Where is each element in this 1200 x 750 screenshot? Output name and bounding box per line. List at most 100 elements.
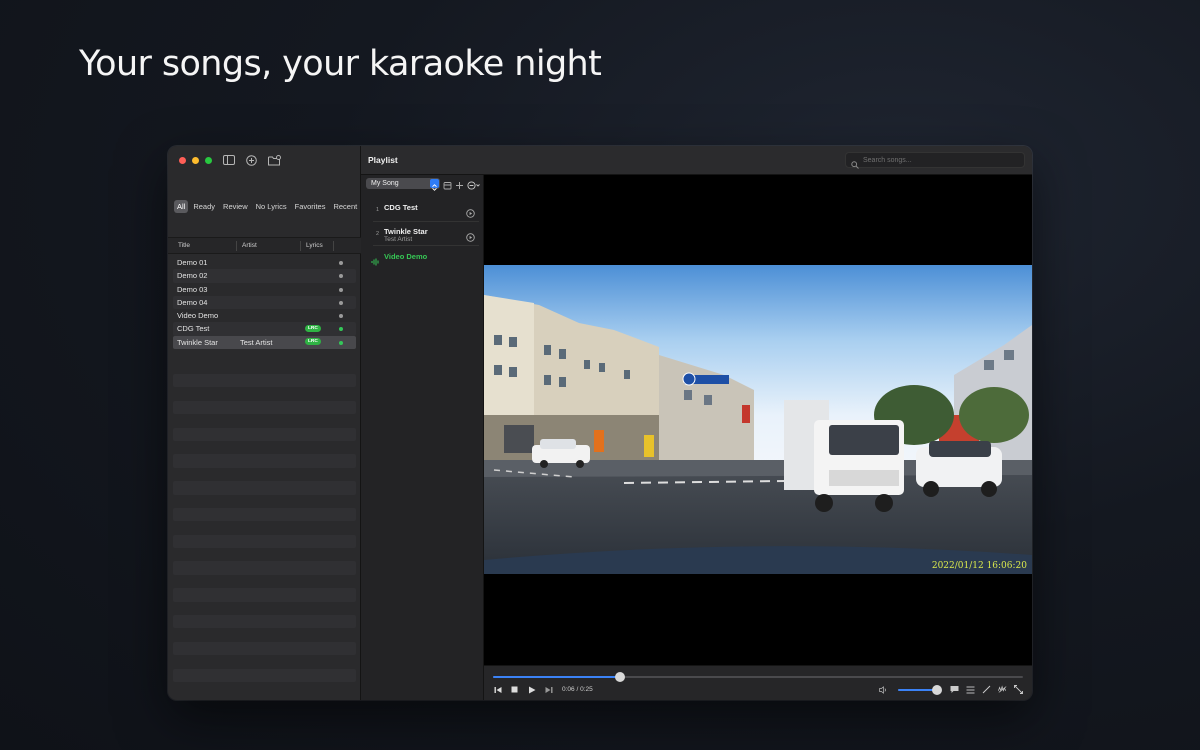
status-dot — [339, 287, 343, 292]
playlist-item-number: 2 — [376, 231, 380, 237]
empty-row — [173, 374, 356, 388]
column-title[interactable]: Title — [178, 242, 190, 249]
empty-row — [173, 427, 356, 441]
table-row-selected[interactable]: Twinkle Star Test Artist LRC — [173, 335, 356, 350]
empty-row — [173, 668, 356, 682]
add-icon[interactable] — [455, 177, 464, 195]
song-title: Video Demo — [177, 311, 219, 321]
column-divider — [300, 241, 301, 251]
playlist-select[interactable]: My Song — [366, 178, 440, 191]
chevron-updown-icon — [430, 179, 439, 191]
empty-row — [173, 507, 356, 522]
status-dot — [339, 261, 343, 265]
playlist-panel: My Song 1 CDG Test 2 Twinkle Star Test A… — [361, 175, 484, 700]
column-divider — [333, 241, 334, 251]
transport-controls: 0:06 / 0:25 — [493, 685, 593, 694]
empty-row — [173, 588, 356, 602]
progress-knob[interactable] — [615, 672, 626, 682]
page-title: Playlist — [368, 155, 398, 165]
lyrics-badge: LRC — [305, 324, 321, 332]
empty-table-rows — [173, 374, 356, 695]
playlist-actions — [443, 177, 480, 195]
filter-recent[interactable]: Recent — [330, 200, 360, 213]
time-display: 0:06 / 0:25 — [562, 686, 593, 693]
empty-row — [173, 481, 356, 495]
status-dot — [339, 314, 343, 319]
playlist-select-value: My Song — [371, 180, 399, 187]
search-input[interactable]: Search songs... — [845, 152, 1025, 169]
playlist-item-name: Video Demo — [384, 252, 428, 261]
song-title: Demo 01 — [177, 258, 208, 267]
library-sidebar: All Ready Review No Lyrics Favorites Rec… — [168, 146, 361, 700]
video-player[interactable]: 2022/01/12 16:06:20 — [484, 175, 1032, 665]
playlist-item-name: CDG Test — [384, 203, 418, 212]
table-row[interactable]: Demo 03 — [173, 283, 356, 296]
search-icon — [851, 156, 859, 174]
vocal-remove-icon[interactable] — [998, 685, 1007, 694]
add-circle-icon[interactable] — [245, 154, 258, 166]
page-headline: Your songs, your karaoke night — [79, 44, 602, 84]
column-divider — [236, 241, 237, 251]
window-controls — [179, 157, 212, 164]
video-timestamp-overlay: 2022/01/12 16:06:20 — [931, 561, 1027, 571]
sidebar-toolbar — [222, 154, 281, 166]
filter-favorites[interactable]: Favorites — [292, 200, 329, 213]
filter-all[interactable]: All — [174, 200, 189, 213]
filter-review[interactable]: Review — [220, 200, 251, 213]
main-toolbar: Playlist Search songs... — [361, 146, 1032, 175]
list-icon[interactable] — [966, 685, 975, 694]
sidebar-toggle-icon[interactable] — [222, 154, 235, 166]
song-title: CDG Test — [177, 324, 210, 334]
zoom-window-button[interactable] — [205, 157, 212, 164]
song-artist: Test Artist — [240, 337, 273, 347]
song-title: Demo 02 — [177, 271, 208, 281]
folder-add-icon[interactable] — [268, 154, 281, 166]
status-dot — [339, 274, 343, 279]
status-dot — [339, 340, 343, 345]
empty-row — [173, 561, 356, 575]
skip-back-icon[interactable] — [493, 685, 502, 694]
progress-slider[interactable] — [493, 672, 1023, 682]
fullscreen-icon[interactable] — [1014, 685, 1023, 694]
filter-bar: All Ready Review No Lyrics Favorites Rec… — [174, 200, 360, 213]
play-icon[interactable] — [527, 685, 536, 694]
volume-knob[interactable] — [931, 684, 942, 695]
status-dot — [339, 327, 343, 332]
video-frame[interactable]: 2022/01/12 16:06:20 — [484, 265, 1032, 574]
lyrics-badge: LRC — [305, 338, 321, 346]
lyrics-bubble-icon[interactable] — [950, 685, 959, 694]
close-window-button[interactable] — [179, 157, 186, 164]
empty-row — [173, 400, 356, 415]
volume-fill — [898, 688, 937, 691]
table-row[interactable]: Demo 04 — [173, 295, 356, 310]
player-options — [879, 684, 1023, 695]
volume-icon[interactable] — [879, 685, 888, 694]
column-artist[interactable]: Artist — [242, 242, 257, 249]
table-row[interactable]: Demo 02 — [173, 269, 356, 283]
playlist-item-artist: Test Artist — [384, 236, 413, 243]
skip-forward-icon[interactable] — [544, 685, 553, 694]
remove-menu-icon[interactable] — [467, 177, 480, 195]
song-title: Demo 04 — [177, 297, 208, 307]
song-title: Demo 03 — [177, 284, 208, 294]
player-controls: 0:06 / 0:25 — [484, 665, 1032, 700]
status-dot — [339, 300, 343, 305]
filter-ready[interactable]: Ready — [190, 200, 218, 213]
minimize-window-button[interactable] — [192, 157, 199, 164]
edit-pen-icon[interactable] — [982, 685, 991, 694]
table-row[interactable]: Video Demo — [173, 309, 356, 322]
app-window: All Ready Review No Lyrics Favorites Rec… — [168, 146, 1032, 700]
song-title: Twinkle Star — [177, 337, 218, 347]
column-lyrics[interactable]: Lyrics — [306, 242, 323, 249]
song-table-header: Title Artist Lyrics — [168, 237, 361, 254]
stop-icon[interactable] — [510, 685, 519, 694]
now-playing-waveform-icon — [371, 253, 380, 271]
volume-slider[interactable] — [898, 684, 942, 695]
table-row[interactable]: CDG Test LRC — [173, 322, 356, 336]
playlist-export-icon[interactable] — [443, 177, 452, 195]
playlist-item-name: Twinkle Star — [384, 227, 428, 236]
empty-row — [173, 615, 356, 629]
video-image — [484, 265, 1032, 574]
filter-no-lyrics[interactable]: No Lyrics — [253, 200, 290, 213]
table-row[interactable]: Demo 01 — [173, 256, 356, 269]
